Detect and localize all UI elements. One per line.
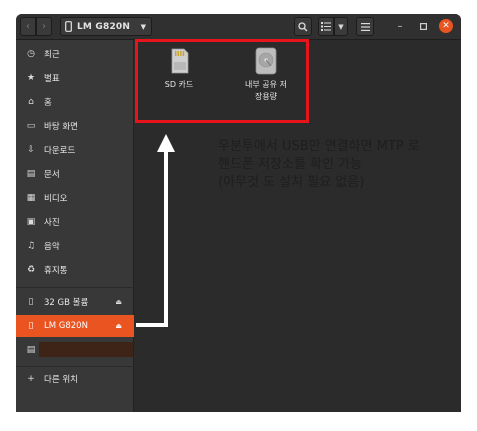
phone-icon: [65, 21, 72, 32]
sidebar-item-label: 최근: [44, 50, 60, 60]
phone-icon: ▯: [28, 321, 34, 331]
list-view-icon: [321, 22, 331, 31]
headerbar: ‹ › LM G820N ▼ ▼ – ✕: [16, 14, 461, 40]
chevron-left-icon: ‹: [26, 21, 30, 32]
sidebar-item-label: LM G820N: [44, 321, 88, 331]
desktop-icon: ▭: [26, 121, 36, 131]
sidebar-item-label: 휴지통: [44, 266, 68, 276]
close-icon: ✕: [442, 21, 450, 31]
highlight-box: [135, 39, 309, 123]
minimize-icon: –: [397, 20, 403, 32]
sidebar-item-documents[interactable]: ▤ 문서: [16, 163, 134, 185]
sidebar-item-label: 32 GB 볼륨: [44, 298, 89, 308]
sidebar-item-label: 별표: [44, 74, 60, 84]
sidebar-item-pictures[interactable]: ▣ 사진: [16, 211, 134, 233]
sidebar-item-starred[interactable]: ★ 별표: [16, 67, 134, 89]
sidebar-item-redacted-device[interactable]: ▤: [16, 339, 134, 361]
trash-icon: ♻: [26, 265, 36, 275]
chevron-down-icon: ▼: [338, 22, 344, 31]
sidebar-item-label: 문서: [44, 170, 60, 180]
location-label: LM G820N: [77, 21, 131, 32]
sidebar-item-trash[interactable]: ♻ 휴지통: [16, 259, 134, 281]
search-icon: [298, 21, 308, 31]
sidebar-item-recent[interactable]: ◷ 최근: [16, 43, 134, 65]
sidebar-item-music[interactable]: ♫ 음악: [16, 235, 134, 257]
sidebar-item-label: 사진: [44, 218, 60, 228]
annotation-line-3: (아무것 도 설치 필요 없음): [218, 175, 365, 190]
eject-icon[interactable]: ⏏: [115, 322, 122, 330]
hamburger-menu-icon: [360, 22, 370, 31]
drive-icon: ▤: [26, 345, 36, 355]
minimize-button[interactable]: –: [393, 19, 407, 33]
sidebar: ◷ 최근 ★ 별표 ⌂ 홈 ▭ 바탕 화면 ⇩ 다운로드 ▤ 문서 ▦ 비디오 …: [16, 40, 134, 412]
search-button[interactable]: [294, 17, 312, 36]
maximize-button[interactable]: [416, 19, 430, 33]
document-icon: ▤: [26, 169, 36, 179]
sidebar-divider: [16, 287, 134, 288]
view-toggle-button[interactable]: [318, 17, 334, 36]
plus-icon: +: [27, 374, 35, 384]
close-button[interactable]: ✕: [439, 19, 453, 33]
sidebar-item-videos[interactable]: ▦ 비디오: [16, 187, 134, 209]
view-options-button[interactable]: ▼: [334, 17, 348, 36]
sidebar-item-downloads[interactable]: ⇩ 다운로드: [16, 139, 134, 161]
sidebar-item-label: 다운로드: [44, 146, 76, 156]
eject-icon[interactable]: ⏏: [115, 298, 122, 306]
download-icon: ⇩: [27, 145, 35, 155]
chevron-right-icon: ›: [42, 21, 46, 32]
usb-drive-icon: ▯: [28, 297, 34, 307]
clock-icon: ◷: [27, 49, 35, 59]
maximize-icon: [419, 22, 427, 30]
annotation-line-1: 우분투에서 USB만 연결하면 MTP 로: [218, 139, 420, 154]
sidebar-item-phone[interactable]: ▯ LM G820N ⏏: [16, 315, 134, 337]
sidebar-item-home[interactable]: ⌂ 홈: [16, 91, 134, 113]
sidebar-item-desktop[interactable]: ▭ 바탕 화면: [16, 115, 134, 137]
redacted-block: [39, 342, 133, 357]
chevron-down-icon[interactable]: ▼: [141, 23, 146, 31]
sidebar-item-other-locations[interactable]: + 다른 위치: [16, 368, 134, 390]
back-button[interactable]: ‹: [20, 17, 36, 36]
annotation-line-2: 핸드폰 저장소를 확인 가능: [218, 157, 362, 172]
forward-button[interactable]: ›: [36, 17, 52, 36]
music-icon: ♫: [26, 241, 36, 251]
picture-icon: ▣: [26, 217, 36, 227]
video-icon: ▦: [26, 193, 36, 203]
sidebar-item-usb-volume[interactable]: ▯ 32 GB 볼륨 ⏏: [16, 291, 134, 313]
sidebar-item-label: 바탕 화면: [44, 122, 78, 132]
sidebar-item-label: 음악: [44, 242, 60, 252]
annotation-text: 우분투에서 USB만 연결하면 MTP 로 핸드폰 저장소를 확인 가능 (아무…: [218, 138, 477, 192]
sidebar-item-label: 다른 위치: [44, 375, 78, 385]
menu-button[interactable]: [356, 17, 374, 36]
sidebar-item-label: 홈: [44, 98, 52, 108]
home-icon: ⌂: [28, 97, 34, 107]
star-icon: ★: [26, 73, 36, 83]
location-bar[interactable]: LM G820N ▼: [60, 17, 152, 36]
sidebar-divider: [16, 366, 134, 367]
sidebar-item-label: 비디오: [44, 194, 68, 204]
